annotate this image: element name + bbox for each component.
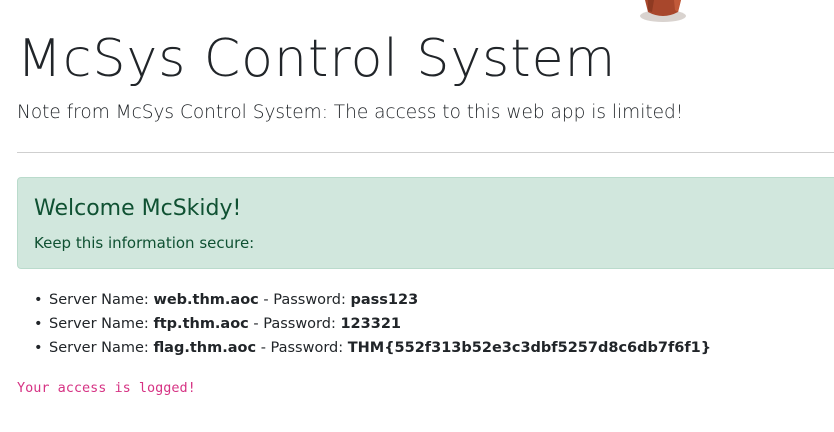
bullet: • bbox=[34, 292, 43, 308]
server-name-label: Server Name: bbox=[49, 340, 149, 356]
access-note: Note from McSys Control System: The acce… bbox=[17, 102, 684, 123]
alert-text: Keep this information secure: bbox=[34, 234, 255, 252]
password-label: - Password: bbox=[260, 340, 344, 356]
welcome-alert: Welcome McSkidy! Keep this information s… bbox=[17, 177, 834, 269]
server-name-label: Server Name: bbox=[49, 316, 149, 332]
server-name: ftp.thm.aoc bbox=[153, 316, 249, 332]
bullet: • bbox=[34, 340, 43, 356]
alert-heading: Welcome McSkidy! bbox=[34, 196, 242, 221]
server-password: pass123 bbox=[350, 292, 419, 308]
bullet: • bbox=[34, 316, 43, 332]
server-item: • Server Name: flag.thm.aoc - Password: T… bbox=[34, 336, 711, 360]
password-label: - Password: bbox=[253, 316, 336, 332]
server-name: flag.thm.aoc bbox=[153, 340, 257, 356]
elf-mascot-icon bbox=[640, 0, 686, 22]
server-password: 123321 bbox=[340, 316, 402, 332]
page-title: McSys Control System bbox=[17, 29, 617, 89]
server-password: THM{552f313b52e3c3dbf5257d8c6db7f6f1} bbox=[347, 340, 712, 356]
divider bbox=[17, 152, 834, 153]
access-logged-message: Your access is logged! bbox=[17, 380, 196, 396]
password-label: - Password: bbox=[263, 292, 346, 308]
server-item: • Server Name: web.thm.aoc - Password: pa… bbox=[34, 288, 711, 312]
server-list: • Server Name: web.thm.aoc - Password: pa… bbox=[34, 288, 711, 360]
server-name: web.thm.aoc bbox=[153, 292, 259, 308]
server-item: • Server Name: ftp.thm.aoc - Password: 12… bbox=[34, 312, 711, 336]
server-name-label: Server Name: bbox=[49, 292, 149, 308]
